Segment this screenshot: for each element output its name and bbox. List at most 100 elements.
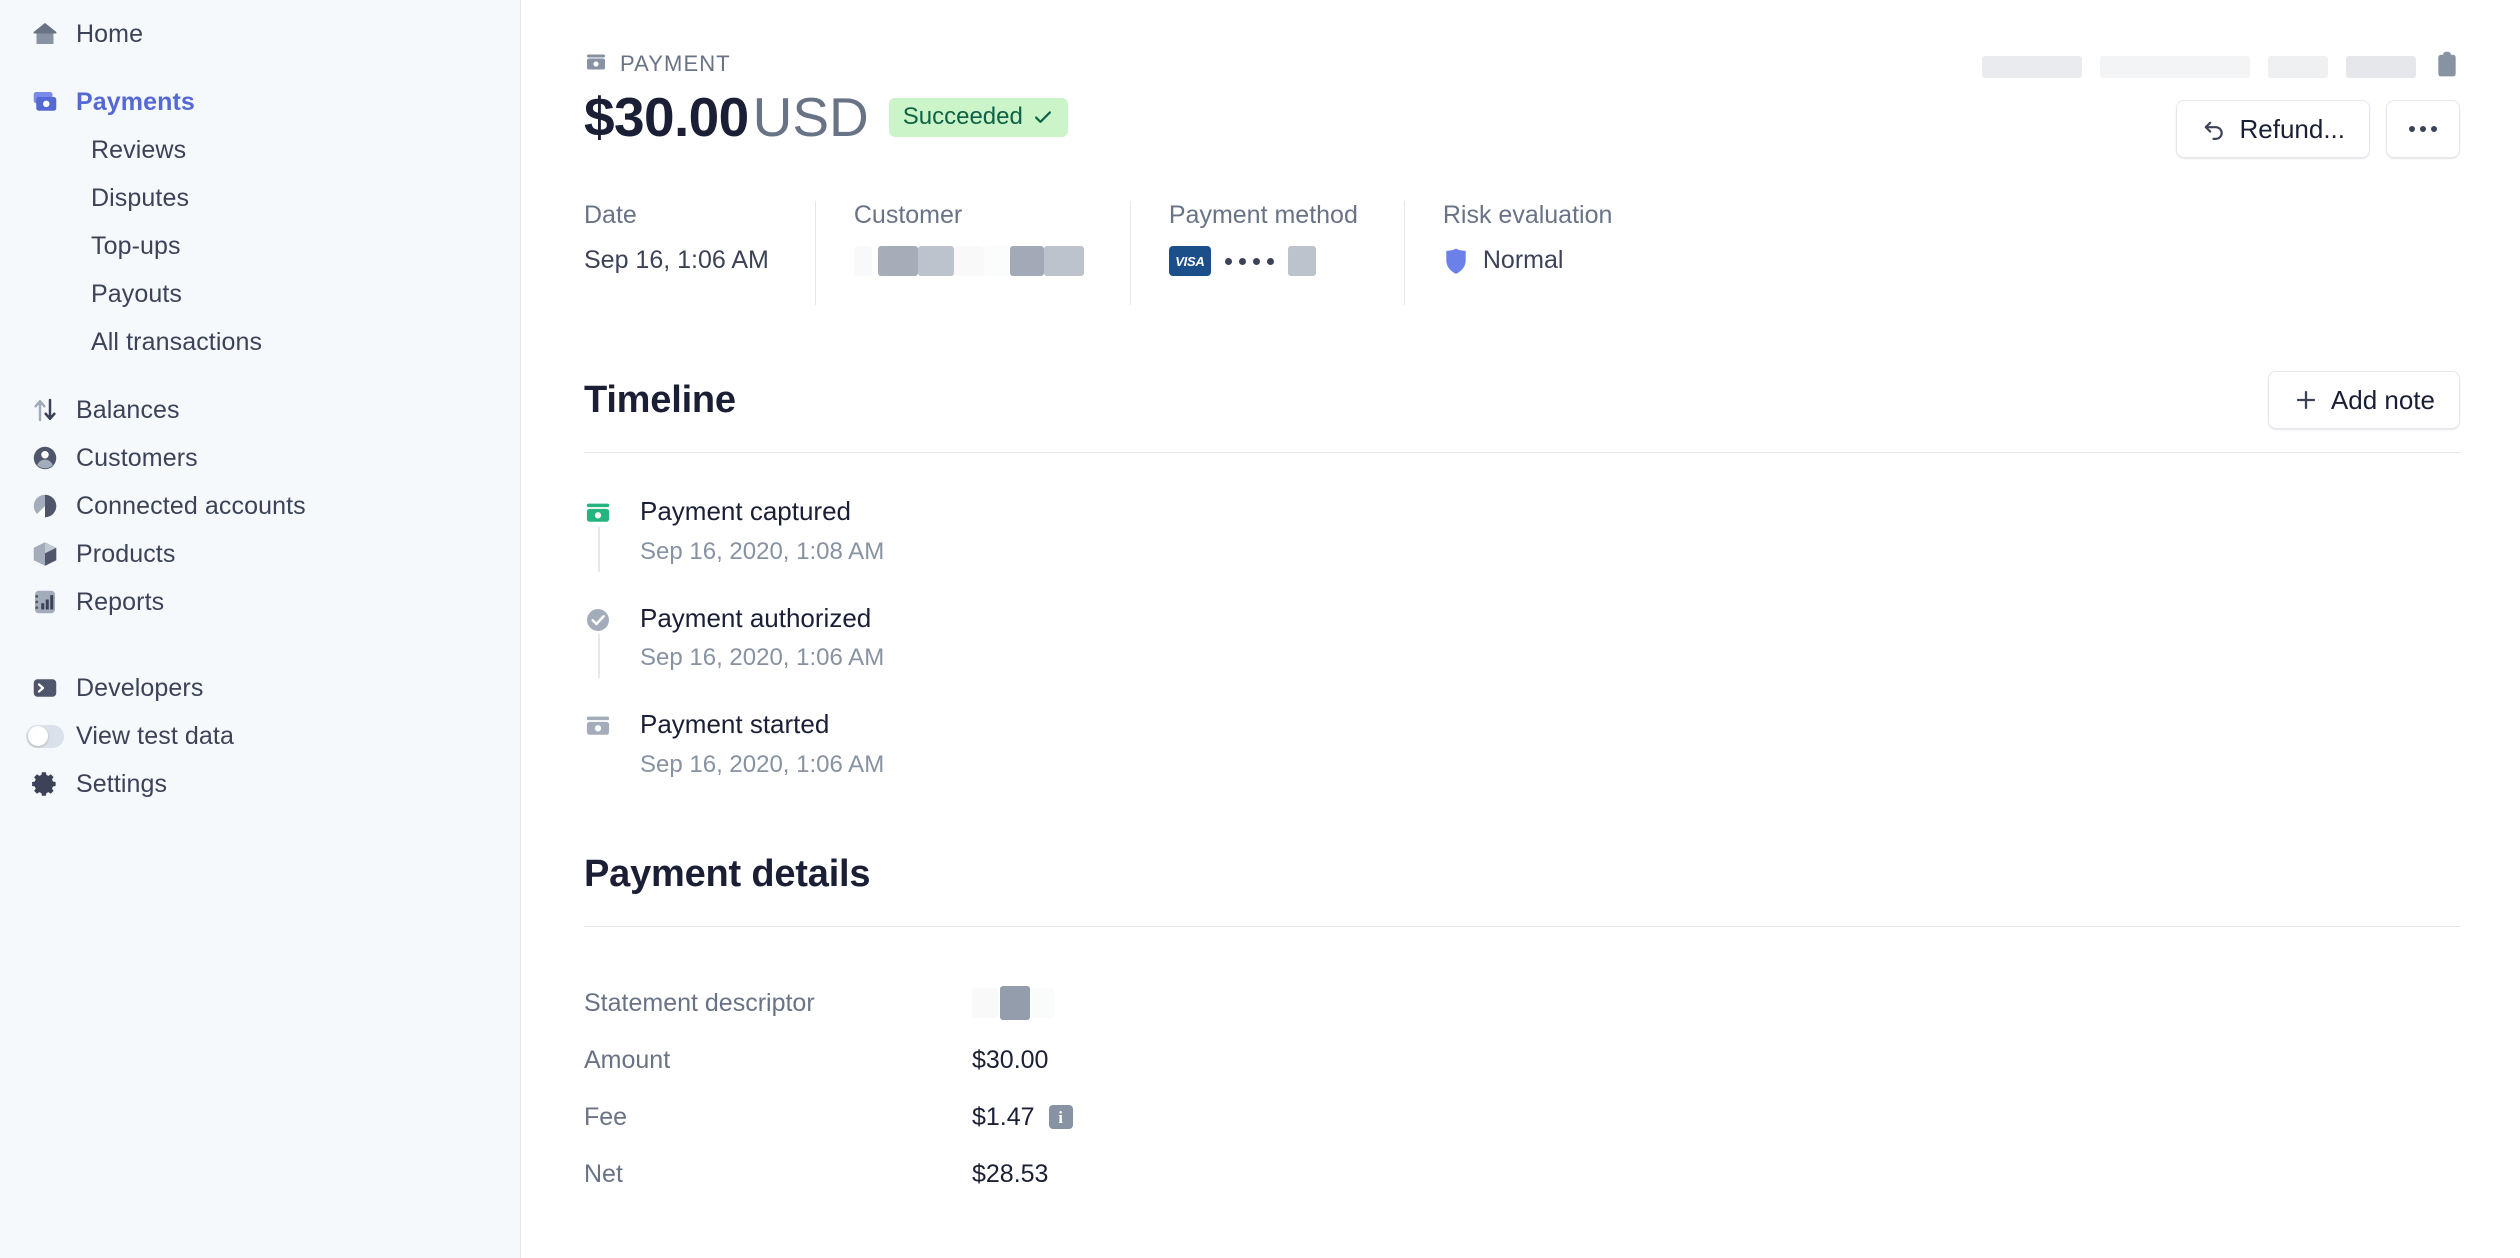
detail-row: Fee $1.47 i — [584, 1089, 2460, 1146]
pie-chart-icon — [26, 491, 64, 521]
summary-value-redacted[interactable] — [854, 246, 1084, 276]
sidebar-item-payouts[interactable]: Payouts — [0, 270, 520, 318]
status-badge: Succeeded — [889, 98, 1068, 137]
sidebar-item-label: Balances — [76, 396, 180, 425]
section-title: Timeline — [584, 379, 2460, 422]
detail-key: Net — [584, 1160, 972, 1189]
timeline-event-body: Payment captured Sep 16, 2020, 1:08 AM — [640, 497, 884, 566]
sidebar-spacer — [0, 626, 520, 664]
section-divider — [584, 452, 2460, 453]
timeline-event-title: Payment authorized — [640, 604, 884, 633]
payment-id-redacted — [2346, 56, 2416, 78]
header-actions: Refund... — [1982, 50, 2460, 158]
redaction-block — [954, 246, 984, 276]
sidebar-item-developers[interactable]: Developers — [0, 664, 520, 712]
timeline-list: Payment captured Sep 16, 2020, 1:08 AM P… — [584, 497, 2460, 779]
app-root: Home Payments Reviews Disputes Top-ups P… — [0, 0, 2520, 1258]
summary-payment-method: Payment method VISA — [1130, 201, 1404, 305]
timeline-gutter — [584, 710, 640, 779]
sidebar-item-label: Products — [76, 540, 175, 569]
arrows-up-down-icon — [26, 395, 64, 425]
sidebar-item-label: Top-ups — [91, 232, 181, 261]
sidebar-item-home[interactable]: Home — [0, 10, 520, 58]
toggle-off-icon[interactable] — [26, 725, 64, 748]
timeline-event: Payment started Sep 16, 2020, 1:06 AM — [584, 710, 2460, 779]
header-button-group: Refund... — [2176, 100, 2460, 158]
gear-icon — [26, 769, 64, 799]
payment-id-redacted — [2100, 56, 2250, 78]
sidebar-item-label: All transactions — [91, 328, 262, 357]
summary-date: Date Sep 16, 1:06 AM — [584, 201, 815, 305]
check-icon — [1032, 106, 1054, 128]
sidebar-item-view-test-data[interactable]: View test data — [0, 712, 520, 760]
sidebar-item-top-ups[interactable]: Top-ups — [0, 222, 520, 270]
payment-id-row — [1982, 50, 2460, 84]
payment-summary-strip: Date Sep 16, 1:06 AM Customer Payment me… — [584, 201, 2460, 305]
redaction-block — [1032, 988, 1054, 1018]
plus-icon — [2293, 387, 2319, 413]
sidebar-item-label: Home — [76, 20, 143, 49]
sidebar-item-label: Payments — [76, 88, 195, 117]
sidebar-item-disputes[interactable]: Disputes — [0, 174, 520, 222]
sidebar-spacer — [0, 58, 520, 78]
sidebar-item-label: Disputes — [91, 184, 189, 213]
info-icon[interactable]: i — [1049, 1105, 1073, 1129]
sidebar-item-reviews[interactable]: Reviews — [0, 126, 520, 174]
redaction-block — [1010, 246, 1044, 276]
risk-level-label: Normal — [1483, 246, 1564, 275]
timeline-gutter — [584, 604, 640, 673]
redaction-block — [854, 246, 872, 276]
refund-button-label: Refund... — [2239, 114, 2345, 145]
timeline-connector — [598, 634, 600, 679]
sidebar-item-label: Reviews — [91, 136, 186, 165]
clipboard-copy-icon[interactable] — [2434, 50, 2460, 85]
ellipsis-horizontal-icon — [2409, 126, 2437, 132]
redaction-block — [972, 988, 998, 1018]
sidebar-item-settings[interactable]: Settings — [0, 760, 520, 808]
sidebar-item-label: Reports — [76, 588, 164, 617]
payment-card-icon — [584, 499, 612, 527]
sidebar-item-balances[interactable]: Balances — [0, 386, 520, 434]
shield-icon — [1443, 247, 1469, 275]
refund-button[interactable]: Refund... — [2176, 100, 2370, 158]
detail-key: Fee — [584, 1103, 972, 1132]
sidebar-item-label: Payouts — [91, 280, 182, 309]
sidebar-item-connected-accounts[interactable]: Connected accounts — [0, 482, 520, 530]
summary-label: Payment method — [1169, 201, 1358, 230]
sidebar-spacer — [0, 366, 520, 386]
redaction-block — [984, 246, 1010, 276]
test-data-toggle[interactable] — [26, 725, 64, 748]
check-circle-icon — [584, 606, 612, 634]
detail-value-redacted — [972, 986, 1054, 1020]
summary-value[interactable]: VISA — [1169, 246, 1358, 276]
summary-risk-evaluation: Risk evaluation Normal — [1404, 201, 1659, 305]
cube-box-icon — [26, 539, 64, 569]
redaction-block — [878, 246, 918, 276]
sidebar-item-customers[interactable]: Customers — [0, 434, 520, 482]
section-divider — [584, 926, 2460, 927]
summary-value: Sep 16, 1:06 AM — [584, 246, 769, 275]
page-title: PAYMENT — [620, 51, 731, 77]
summary-label: Date — [584, 201, 769, 230]
sidebar-item-label: View test data — [76, 722, 234, 751]
sidebar-item-payments[interactable]: Payments — [0, 78, 520, 126]
summary-value: Normal — [1443, 246, 1613, 275]
add-note-button[interactable]: Add note — [2268, 371, 2460, 429]
overflow-menu-button[interactable] — [2386, 100, 2460, 158]
timeline-event-date: Sep 16, 2020, 1:06 AM — [640, 751, 884, 779]
timeline-connector — [598, 527, 600, 572]
detail-row: Net $28.53 — [584, 1146, 2460, 1203]
payment-id-redacted — [1982, 56, 2082, 78]
sidebar-item-reports[interactable]: Reports — [0, 578, 520, 626]
sidebar-item-all-transactions[interactable]: All transactions — [0, 318, 520, 366]
amount-currency: USD — [753, 86, 869, 148]
card-last4-redacted — [1288, 246, 1316, 276]
sidebar-item-products[interactable]: Products — [0, 530, 520, 578]
timeline-event: Payment authorized Sep 16, 2020, 1:06 AM — [584, 604, 2460, 711]
timeline-event-date: Sep 16, 2020, 1:06 AM — [640, 644, 884, 672]
detail-value: $28.53 — [972, 1160, 1048, 1189]
payments-card-icon — [26, 87, 64, 117]
summary-label: Risk evaluation — [1443, 201, 1613, 230]
payment-card-icon — [584, 712, 612, 740]
detail-key: Statement descriptor — [584, 989, 972, 1018]
